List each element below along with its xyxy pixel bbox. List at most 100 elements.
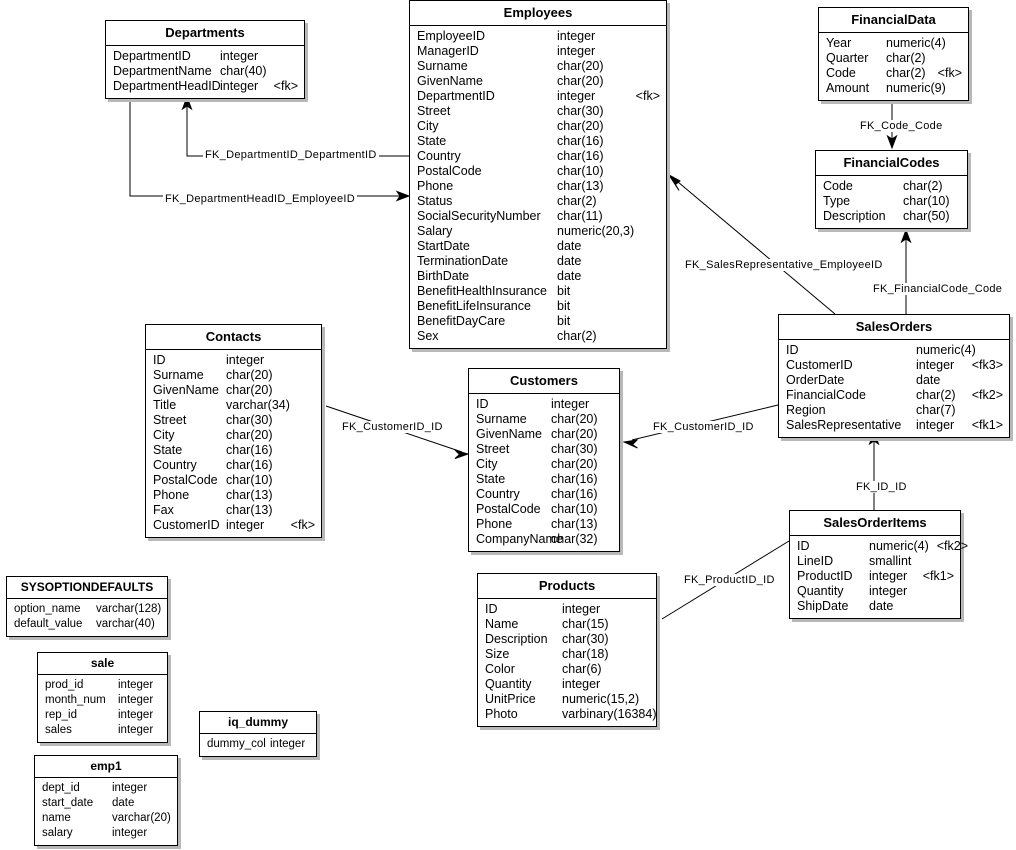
attribute-row[interactable]: State char(16) — [146, 443, 321, 458]
attribute-row[interactable]: default_value varchar(40) — [7, 617, 167, 632]
attribute-row[interactable]: Fax char(13) — [146, 503, 321, 518]
attribute-row[interactable]: dept_id integer — [35, 781, 177, 796]
attribute-row[interactable]: Surname char(20) — [469, 412, 619, 427]
attribute-row[interactable]: BenefitDayCare bit — [410, 314, 666, 329]
attribute-row[interactable]: Quantity integer — [478, 677, 656, 692]
attribute-row[interactable]: State char(16) — [410, 134, 666, 149]
attribute-row[interactable]: PostalCode char(10) — [469, 502, 619, 517]
attribute-row[interactable]: ID numeric(4) <fk2> — [790, 539, 968, 554]
entity-salesorders[interactable]: SalesOrders ID numeric(4) CustomerID integer… — [778, 314, 1010, 438]
attribute-row[interactable]: Street char(30) — [469, 442, 619, 457]
entity-products[interactable]: Products ID integer Name char(15) Description… — [477, 573, 657, 727]
attribute-row[interactable]: Surname char(20) — [146, 368, 321, 383]
entity-customers[interactable]: Customers ID integer Surname char(20) GivenNa… — [468, 368, 620, 552]
attribute-row[interactable]: Phone char(13) — [469, 517, 619, 532]
attribute-row[interactable]: Country char(16) — [146, 458, 321, 473]
attribute-row[interactable]: TerminationDate date — [410, 254, 666, 269]
attribute-row[interactable]: ShipDate date — [790, 599, 960, 614]
attribute-row[interactable]: CompanyName char(32) — [469, 532, 619, 547]
attribute-row[interactable]: OrderDate date — [779, 373, 1009, 388]
entity-sysoptiondefaults[interactable]: SYSOPTIONDEFAULTS option_name varchar(128)… — [6, 576, 168, 637]
attribute-row[interactable]: rep_id integer — [38, 708, 167, 723]
attribute-row[interactable]: Code char(2) <fk> — [819, 66, 968, 81]
attribute-row[interactable]: ID integer — [146, 353, 321, 368]
attribute-row[interactable]: ProductID integer <fk1> — [790, 569, 960, 584]
attribute-type: char(2) — [903, 179, 943, 193]
attribute-row[interactable]: Region char(7) — [779, 403, 1009, 418]
attribute-row[interactable]: GivenName char(20) — [469, 427, 619, 442]
attribute-row[interactable]: SocialSecurityNumber char(11) — [410, 209, 666, 224]
attribute-row[interactable]: BirthDate date — [410, 269, 666, 284]
attribute-row[interactable]: ID numeric(4) — [779, 343, 1009, 358]
attribute-row[interactable]: ID integer — [469, 397, 619, 412]
attribute-row[interactable]: PostalCode char(10) — [146, 473, 321, 488]
entity-financialcodes[interactable]: FinancialCodes Code char(2) Type char(10) Des… — [815, 150, 968, 229]
attribute-row[interactable]: CustomerID integer <fk> — [146, 518, 321, 533]
attribute-row[interactable]: Surname char(20) — [410, 59, 666, 74]
attribute-row[interactable]: Salary numeric(20,3) — [410, 224, 666, 239]
attribute-row[interactable]: Title varchar(34) — [146, 398, 321, 413]
attribute-row[interactable]: Size char(18) — [478, 647, 656, 662]
attribute-row[interactable]: BenefitLifeInsurance bit — [410, 299, 666, 314]
entity-sale[interactable]: sale prod_id integer month_num integer rep_id… — [37, 652, 168, 743]
attribute-row[interactable]: State char(16) — [469, 472, 619, 487]
attribute-row[interactable]: Street char(30) — [146, 413, 321, 428]
attribute-row[interactable]: Phone char(13) — [410, 179, 666, 194]
attribute-row[interactable]: Amount numeric(9) — [819, 81, 968, 96]
attribute-row[interactable]: Name char(15) — [478, 617, 656, 632]
attribute-row[interactable]: Type char(10) — [816, 194, 967, 209]
attribute-row[interactable]: UnitPrice numeric(15,2) — [478, 692, 656, 707]
attribute-row[interactable]: BenefitHealthInsurance bit — [410, 284, 666, 299]
entity-contacts[interactable]: Contacts ID integer Surname char(20) GivenNam… — [145, 324, 322, 538]
attribute-row[interactable]: City char(20) — [410, 119, 666, 134]
attribute-row[interactable]: City char(20) — [146, 428, 321, 443]
attribute-row[interactable]: GivenName char(20) — [146, 383, 321, 398]
attribute-row[interactable]: FinancialCode char(2) <fk2> — [779, 388, 1009, 403]
entity-financialdata[interactable]: FinancialData Year numeric(4) Quarter char(2… — [818, 7, 969, 101]
entity-departments[interactable]: Departments DepartmentID integer Department… — [105, 20, 305, 99]
attribute-name: GivenName — [417, 74, 483, 88]
attribute-row[interactable]: Description char(50) — [816, 209, 967, 224]
attribute-name: Phone — [153, 488, 190, 502]
attribute-row[interactable]: Quarter char(2) — [819, 51, 968, 66]
entity-emp1[interactable]: emp1 dept_id integer start_date date name varc… — [34, 755, 178, 846]
attribute-row[interactable]: name varchar(20) — [35, 811, 177, 826]
attribute-row[interactable]: CustomerID integer <fk3> — [779, 358, 1009, 373]
attribute-row[interactable]: LineID smallint — [790, 554, 960, 569]
attribute-row[interactable]: ID integer — [478, 602, 656, 617]
entity-iq_dummy[interactable]: iq_dummy dummy_col integer — [199, 711, 317, 757]
attribute-row[interactable]: Phone char(13) — [146, 488, 321, 503]
attribute-row[interactable]: PostalCode char(10) — [410, 164, 666, 179]
attribute-row[interactable]: DepartmentHeadID integer <fk> — [106, 79, 304, 94]
attribute-row[interactable]: DepartmentID integer — [106, 49, 304, 64]
attribute-row[interactable]: Status char(2) — [410, 194, 666, 209]
attribute-row[interactable]: sales integer — [38, 723, 167, 738]
entity-salesorderitems[interactable]: SalesOrderItems ID numeric(4) <fk2> LineID sm… — [789, 510, 968, 619]
attribute-row[interactable]: DepartmentID integer <fk> — [410, 89, 666, 104]
attribute-row[interactable]: Description char(30) — [478, 632, 656, 647]
attribute-row[interactable]: StartDate date — [410, 239, 666, 254]
attribute-row[interactable]: Sex char(2) — [410, 329, 666, 344]
attribute-row[interactable]: Code char(2) — [816, 179, 967, 194]
attribute-row[interactable]: City char(20) — [469, 457, 619, 472]
attribute-row[interactable]: DepartmentName char(40) — [106, 64, 304, 79]
attribute-row[interactable]: start_date date — [35, 796, 177, 811]
attribute-row[interactable]: SalesRepresentative integer <fk1> — [779, 418, 1009, 433]
attribute-row[interactable]: Street char(30) — [410, 104, 666, 119]
attribute-row[interactable]: ManagerID integer — [410, 44, 666, 59]
attribute-type: char(18) — [562, 647, 609, 661]
attribute-row[interactable]: Photo varbinary(16384) — [478, 707, 657, 722]
attribute-row[interactable]: dummy_col integer — [200, 737, 316, 752]
attribute-row[interactable]: option_name varchar(128) — [7, 602, 167, 617]
attribute-row[interactable]: prod_id integer — [38, 678, 167, 693]
attribute-row[interactable]: Color char(6) — [478, 662, 656, 677]
attribute-row[interactable]: month_num integer — [38, 693, 167, 708]
attribute-row[interactable]: Country char(16) — [410, 149, 666, 164]
entity-employees[interactable]: Employees EmployeeID integer ManagerID integ… — [409, 0, 667, 349]
attribute-row[interactable]: GivenName char(20) — [410, 74, 666, 89]
attribute-row[interactable]: Quantity integer — [790, 584, 960, 599]
attribute-row[interactable]: EmployeeID integer — [410, 29, 666, 44]
attribute-row[interactable]: Year numeric(4) — [819, 36, 968, 51]
attribute-row[interactable]: salary integer — [35, 826, 177, 841]
attribute-row[interactable]: Country char(16) — [469, 487, 619, 502]
